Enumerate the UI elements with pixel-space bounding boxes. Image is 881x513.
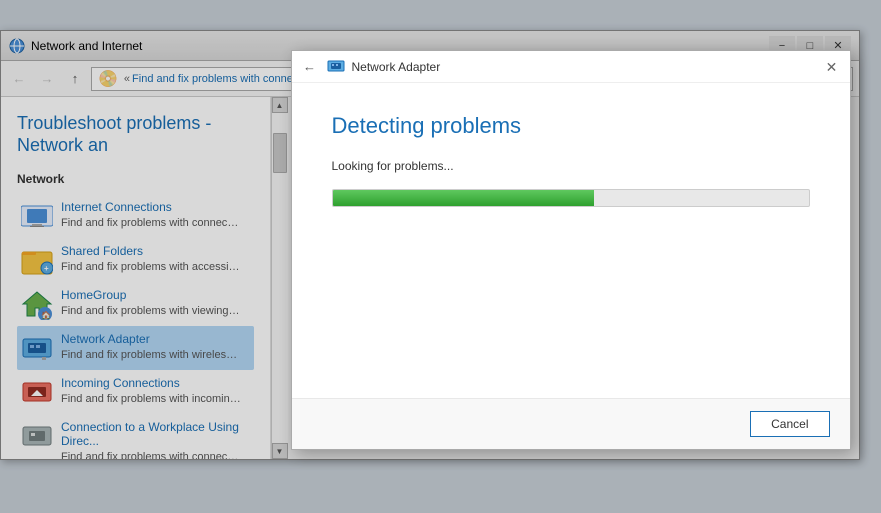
progress-bar-fill xyxy=(333,190,595,206)
cancel-button[interactable]: Cancel xyxy=(750,411,829,437)
dialog-header-title: Network Adapter xyxy=(352,60,441,74)
looking-text: Looking for problems... xyxy=(332,159,810,173)
dialog-footer: Cancel xyxy=(292,398,850,449)
dialog-overlay: ← Network Adapter ✕ Detecting problems L… xyxy=(0,0,881,513)
dialog-content: Detecting problems Looking for problems.… xyxy=(292,83,850,398)
progress-bar-container xyxy=(332,189,810,207)
dialog-back-button[interactable]: ← xyxy=(300,57,320,77)
detecting-title: Detecting problems xyxy=(332,113,810,139)
dialog-title-bar: ← Network Adapter ✕ xyxy=(292,51,850,83)
dialog-close-button[interactable]: ✕ xyxy=(822,57,842,77)
troubleshoot-dialog: ← Network Adapter ✕ Detecting problems L… xyxy=(291,50,851,450)
dialog-icon xyxy=(326,57,346,77)
